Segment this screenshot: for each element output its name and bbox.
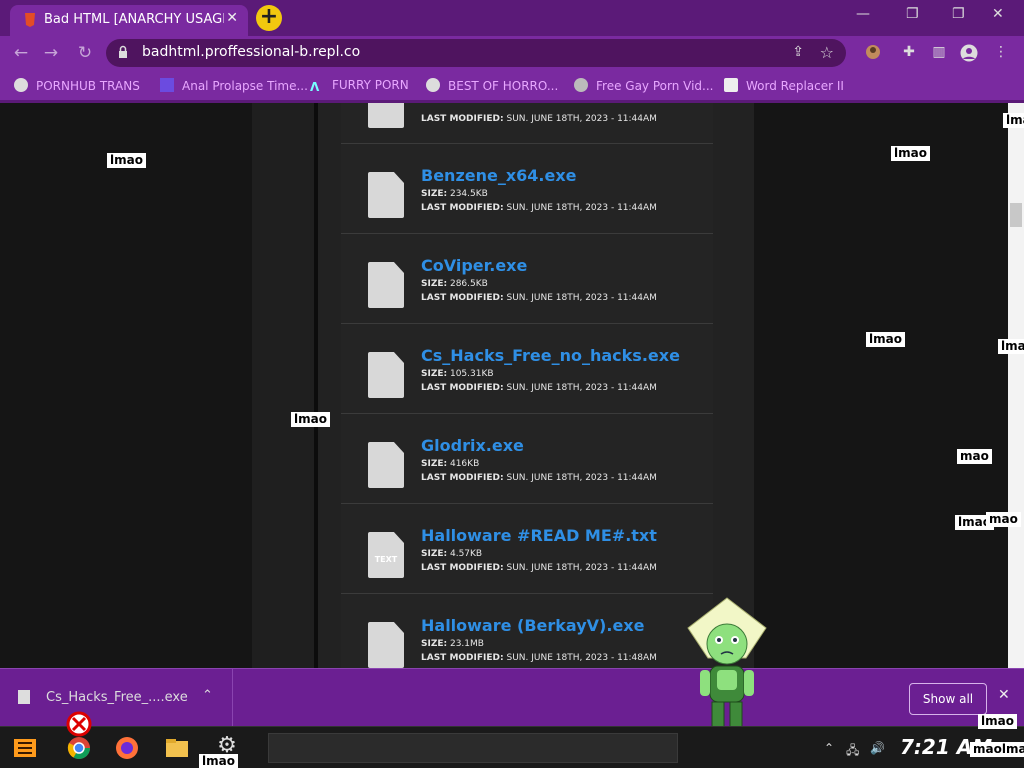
extension-avatar-icon[interactable] xyxy=(864,44,882,62)
bookmark-item[interactable]: BEST OF HORRO... xyxy=(426,78,558,93)
start-icon[interactable] xyxy=(12,735,38,761)
back-icon[interactable]: ← xyxy=(10,42,32,64)
tab-title: Bad HTML [ANARCHY USAGE xyxy=(44,12,224,27)
mao-overlay: mao xyxy=(986,512,1021,527)
new-tab-button[interactable]: + xyxy=(256,5,282,31)
lmao-overlay: lmao xyxy=(891,146,930,161)
bookmark-item[interactable]: PORNHUB TRANS xyxy=(14,78,140,93)
scrollbar-thumb[interactable] xyxy=(1010,203,1022,227)
reload-icon[interactable]: ↻ xyxy=(74,42,96,64)
side-panel-icon[interactable]: ▥ xyxy=(930,44,948,62)
tab-close-icon[interactable]: ✕ xyxy=(226,10,238,26)
blocked-icon xyxy=(66,711,92,737)
minimize-icon[interactable]: — xyxy=(856,6,870,22)
right-background xyxy=(754,103,1008,668)
download-bar-close-icon[interactable]: ✕ xyxy=(998,687,1010,703)
file-name-link[interactable]: Halloware (BerkayV).exe xyxy=(421,616,644,635)
file-icon xyxy=(18,690,30,704)
browser-tab[interactable]: Bad HTML [ANARCHY USAGE ✕ xyxy=(10,5,248,36)
file-name-link[interactable]: CoViper.exe xyxy=(421,256,527,275)
bookmark-item[interactable]: Anal Prolapse Time... xyxy=(160,78,308,93)
lmao-overlay: lmao xyxy=(107,153,146,168)
lmao-overlay: lmao xyxy=(866,332,905,347)
browser-toolbar: ← → ↻ badhtml.proffessional-b.repl.co ⇪ … xyxy=(0,36,1024,70)
bookmark-star-icon[interactable]: ☆ xyxy=(820,43,834,62)
lma-overlay: lma xyxy=(1003,113,1024,128)
file-name-link[interactable]: Glodrix.exe xyxy=(421,436,524,455)
lmao-overlay: lmao xyxy=(291,412,330,427)
bookmarks-bar: PORNHUB TRANS Anal Prolapse Time... Λ FUR… xyxy=(0,70,1024,103)
bookmark-item[interactable]: Λ FURRY PORN xyxy=(310,78,409,94)
lma-overlay: lma xyxy=(998,339,1024,354)
lock-icon xyxy=(118,45,128,63)
html-favicon-icon xyxy=(25,13,35,27)
file-row[interactable]: Halloware (BerkayV).exe SIZE: 23.1MB LAS… xyxy=(341,594,713,668)
text-file-icon: TEXT xyxy=(368,532,404,578)
download-file-name: Cs_Hacks_Free_....exe xyxy=(46,690,188,705)
taskbar-app-strip[interactable] xyxy=(268,733,678,763)
left-background xyxy=(0,103,252,668)
bookmark-favicon-icon xyxy=(160,78,174,92)
file-icon xyxy=(368,172,404,218)
file-row[interactable]: Glodrix.exe SIZE: 416KB LAST MODIFIED: S… xyxy=(341,414,713,504)
window-close-icon[interactable]: ✕ xyxy=(992,6,1004,22)
page-viewport: LAST MODIFIED: SUN. JUNE 18TH, 2023 - 11… xyxy=(0,103,1024,668)
bookmark-favicon-icon xyxy=(574,78,588,92)
bookmark-item[interactable]: Word Replacer II xyxy=(724,78,844,93)
file-icon xyxy=(368,103,404,128)
download-item[interactable]: Cs_Hacks_Free_....exe ⌃ xyxy=(0,669,233,727)
chevron-up-icon[interactable]: ⌃ xyxy=(202,688,213,703)
file-row[interactable]: TEXT Halloware #READ ME#.txt SIZE: 4.57K… xyxy=(341,504,713,594)
file-icon xyxy=(368,442,404,488)
file-row[interactable]: CoViper.exe SIZE: 286.5KB LAST MODIFIED:… xyxy=(341,234,713,324)
maolmao-overlay: maolmao xyxy=(970,742,1024,757)
taskbar: ⚙ ⌃ 🖧 🔊 7:21 AM lmao lmao maolmao xyxy=(0,711,1024,768)
restore-icon[interactable]: ❐ xyxy=(906,6,919,22)
file-name-link[interactable]: Benzene_x64.exe xyxy=(421,166,577,185)
file-row[interactable]: LAST MODIFIED: SUN. JUNE 18TH, 2023 - 11… xyxy=(341,103,713,144)
lmao-overlay: lmao xyxy=(199,754,238,768)
profile-icon[interactable] xyxy=(960,44,978,62)
file-icon xyxy=(368,262,404,308)
file-list: LAST MODIFIED: SUN. JUNE 18TH, 2023 - 11… xyxy=(341,103,713,668)
network-icon[interactable]: 🖧 xyxy=(846,741,859,762)
globe-icon xyxy=(426,78,440,92)
file-icon xyxy=(368,622,404,668)
file-explorer-icon[interactable] xyxy=(164,735,190,761)
bookmark-favicon-icon: Λ xyxy=(310,80,320,94)
share-icon[interactable]: ⇪ xyxy=(792,44,804,60)
address-bar[interactable]: badhtml.proffessional-b.repl.co ⇪ ☆ xyxy=(106,39,846,67)
left-column xyxy=(252,103,314,668)
tray-chevron-icon[interactable]: ⌃ xyxy=(824,741,834,755)
volume-icon[interactable]: 🔊 xyxy=(870,741,885,755)
file-icon xyxy=(368,352,404,398)
url-text: badhtml.proffessional-b.repl.co xyxy=(142,44,361,60)
tab-strip: Bad HTML [ANARCHY USAGE ✕ + — ❐ ❐ ✕ xyxy=(0,0,1024,36)
bookmark-favicon-icon xyxy=(724,78,738,92)
file-name-link[interactable]: Halloware #READ ME#.txt xyxy=(421,526,657,545)
scrollbar-track[interactable] xyxy=(1008,103,1024,668)
file-row[interactable]: Cs_Hacks_Free_no_hacks.exe SIZE: 105.31K… xyxy=(341,324,713,414)
firefox-icon[interactable] xyxy=(114,735,140,761)
character-sticker-icon xyxy=(687,597,767,729)
menu-kebab-icon[interactable]: ⋮ xyxy=(992,44,1010,62)
globe-icon xyxy=(14,78,28,92)
mao-overlay: mao xyxy=(957,449,992,464)
restore-icon-2[interactable]: ❐ xyxy=(952,6,965,22)
bookmark-item[interactable]: Free Gay Porn Vid... xyxy=(574,78,713,93)
download-bar: Cs_Hacks_Free_....exe ⌃ Show all ✕ xyxy=(0,668,1024,727)
file-row[interactable]: Benzene_x64.exe SIZE: 234.5KB LAST MODIF… xyxy=(341,144,713,234)
chrome-icon[interactable] xyxy=(66,735,92,761)
extensions-puzzle-icon[interactable]: ✚ xyxy=(900,44,918,62)
forward-icon[interactable]: → xyxy=(40,42,62,64)
lmao-overlay: lmao xyxy=(978,714,1017,729)
file-name-link[interactable]: Cs_Hacks_Free_no_hacks.exe xyxy=(421,346,680,365)
show-all-button[interactable]: Show all xyxy=(909,683,987,715)
